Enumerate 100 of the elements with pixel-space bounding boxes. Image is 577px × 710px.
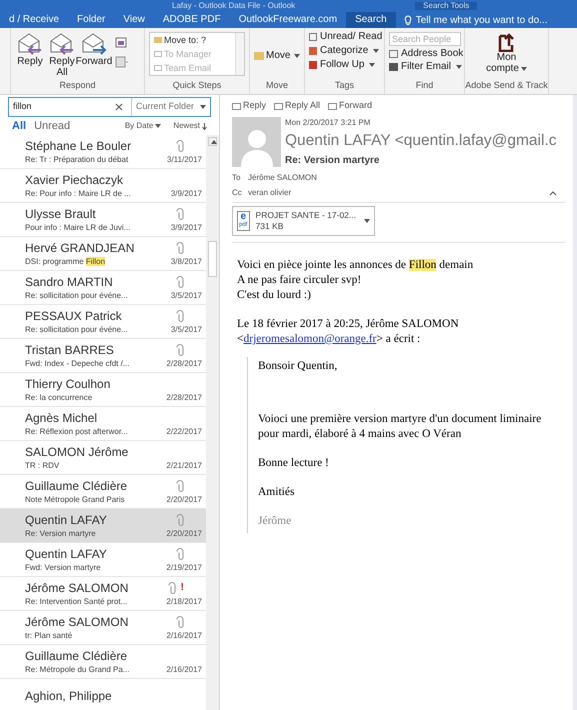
caret-icon: [456, 65, 462, 69]
sender-name: PESSAUX Patrick: [25, 308, 122, 324]
quoted-paragraph: Bonsoir Quentin,: [258, 359, 338, 374]
attachment-size: 731 KB: [256, 221, 284, 232]
group-label: Move: [266, 78, 288, 92]
caret-icon: [210, 140, 216, 144]
sender-name: Stéphane Le Bouler: [25, 138, 132, 154]
paperclip-icon: [176, 276, 184, 288]
message-date: 3/9/2017: [170, 188, 202, 200]
context-label: Search Tools: [415, 2, 478, 10]
respond-button[interactable]: Reply All: [47, 32, 77, 78]
mon-compte-button[interactable]: Mon compte: [469, 32, 544, 74]
tell-me-box[interactable]: Tell me what you want to do...: [416, 12, 548, 28]
paperclip-icon: [176, 480, 184, 492]
quote-header: Le 18 février 2017 à 20:25, Jérôme SALOMON: [237, 317, 460, 332]
message-item[interactable]: Quentin LAFAY Re: Version martyre 2/20/2017: [0, 509, 206, 543]
sender-name: Quentin LAFAY: [25, 546, 107, 562]
message-subject: Pour info : Maire LR de Juvi...: [25, 222, 130, 234]
message-date: 3/5/2017: [170, 290, 202, 302]
respond-button[interactable]: Reply: [15, 32, 45, 67]
message-date: 2/21/2017: [166, 460, 202, 472]
reading-action-button[interactable]: Reply All: [274, 99, 320, 113]
sort-by-dropdown[interactable]: By Date: [124, 120, 162, 132]
tag-button[interactable]: Unread/ Read: [309, 32, 382, 42]
gallery-scrollbar[interactable]: [235, 33, 244, 75]
message-subject: Fwd: Version martyre: [25, 562, 101, 574]
message-subject: Re: Pour info : Maire LR de ...: [25, 188, 131, 200]
caret-icon: [364, 219, 370, 223]
caret-icon: [369, 63, 376, 67]
quick-step[interactable]: Move to: ?: [154, 36, 235, 44]
filter-tab[interactable]: All: [12, 118, 26, 134]
sender-name: Guillaume Clédière: [25, 648, 128, 664]
message-date: 2/22/2017: [166, 426, 202, 438]
group-label: Quick Steps: [172, 78, 222, 92]
filter-tab[interactable]: Unread: [34, 118, 70, 134]
find-button[interactable]: Filter Email: [389, 62, 464, 72]
search-scope-dropdown[interactable]: Current Folder: [130, 98, 210, 116]
sort-order-button[interactable]: Newest: [173, 120, 207, 132]
caret-icon: [155, 124, 162, 128]
tag-button[interactable]: Categorize: [309, 46, 382, 56]
message-date: 2/16/2017: [166, 630, 202, 642]
sender-name: Ulysse Brault: [25, 206, 96, 222]
message-subject: Re: Métropole du Grand Pa...: [25, 664, 130, 676]
sender-name: Aghion, Philippe: [25, 688, 112, 704]
sent-date: Mon 2/20/2017 3:21 PM: [285, 117, 372, 129]
reading-action-button[interactable]: Forward: [328, 99, 372, 113]
tag-button[interactable]: Follow Up: [309, 60, 382, 70]
reading-action-button[interactable]: Reply: [232, 99, 266, 113]
more-actions-icon: [115, 56, 129, 68]
sender-name: Jérôme SALOMON: [25, 614, 128, 630]
caret-icon: [373, 49, 380, 53]
down-arrow-icon: [202, 122, 207, 130]
message-subject: Re: Réflexion post afterwor...: [25, 426, 128, 438]
search-box[interactable]: fillon Current Folder: [8, 97, 211, 117]
body-line: A ne pas faire circuler svp!: [237, 274, 362, 286]
ribbon-tab[interactable]: d / Receive: [0, 12, 68, 28]
message-date: 3/5/2017: [170, 324, 202, 336]
email-link[interactable]: drjeromesalomon@orange.fr: [244, 332, 376, 347]
ribbon-tab[interactable]: ADOBE PDF: [154, 12, 230, 28]
ribbon-tab[interactable]: Search: [346, 12, 396, 28]
reply-envelope-icon: [49, 32, 75, 56]
message-date: 2/28/2017: [166, 358, 202, 370]
message-date: 2/28/2017: [166, 392, 202, 404]
quoted-paragraph: Bonne lecture !: [258, 456, 330, 471]
ribbon-tab[interactable]: OutlookFreeware.com: [230, 12, 346, 28]
ribbon-tab[interactable]: View: [114, 12, 154, 28]
body-line: C'est du lourd :): [237, 289, 311, 301]
sender-name: Sandro MARTIN: [25, 274, 113, 290]
group-label: Respond: [59, 78, 96, 92]
paperclip-icon: [176, 514, 184, 526]
search-people-field[interactable]: Search People: [389, 32, 461, 46]
sender-name: Agnès Michel: [25, 410, 98, 426]
to-recipient: Jérôme SALOMON: [248, 172, 317, 184]
message-date: 2/18/2017: [166, 596, 202, 608]
message-subject: tr: Plan santé: [25, 630, 72, 642]
cc-label: Cc: [232, 187, 240, 199]
paperclip-icon: [176, 616, 184, 628]
paperclip-icon: [176, 242, 184, 254]
paperclip-icon: [176, 140, 184, 152]
clear-icon[interactable]: [114, 103, 123, 111]
find-button[interactable]: Address Book: [389, 49, 464, 59]
message-subject-heading: Re: Version martyre: [285, 154, 380, 168]
message-subject: Fwd: Index - Depeche cfdt /...: [25, 358, 130, 370]
message-subject: DSI: programme Fillon: [25, 256, 106, 268]
collapse-caret-icon[interactable]: [549, 190, 557, 196]
message-subject: Re: la concurrence: [25, 392, 92, 404]
quote-bracket: <: [237, 332, 244, 347]
paperclip-icon: [176, 310, 184, 322]
message-subject: Re: Version martyre: [25, 528, 96, 540]
window-title: Lafay - Outlook Data File - Outlook: [172, 2, 296, 10]
sender-name: Thierry Coulhon: [25, 376, 110, 392]
move-button[interactable]: Move: [254, 48, 300, 63]
importance-mark: !: [180, 581, 184, 595]
sender-name: Jérôme SALOMON: [25, 580, 128, 596]
sender-name: Quentin LAFAY: [25, 512, 107, 528]
message-item[interactable]: Hervé GRANDJEAN DSI: programme Fillon 3/8/2017: [0, 237, 206, 271]
scroll-thumb[interactable]: [208, 241, 217, 277]
ribbon-tab[interactable]: Folder: [68, 12, 114, 28]
scrollbar[interactable]: [206, 135, 219, 710]
attachment-name: PROJET SANTE - 17-02...: [256, 210, 356, 221]
